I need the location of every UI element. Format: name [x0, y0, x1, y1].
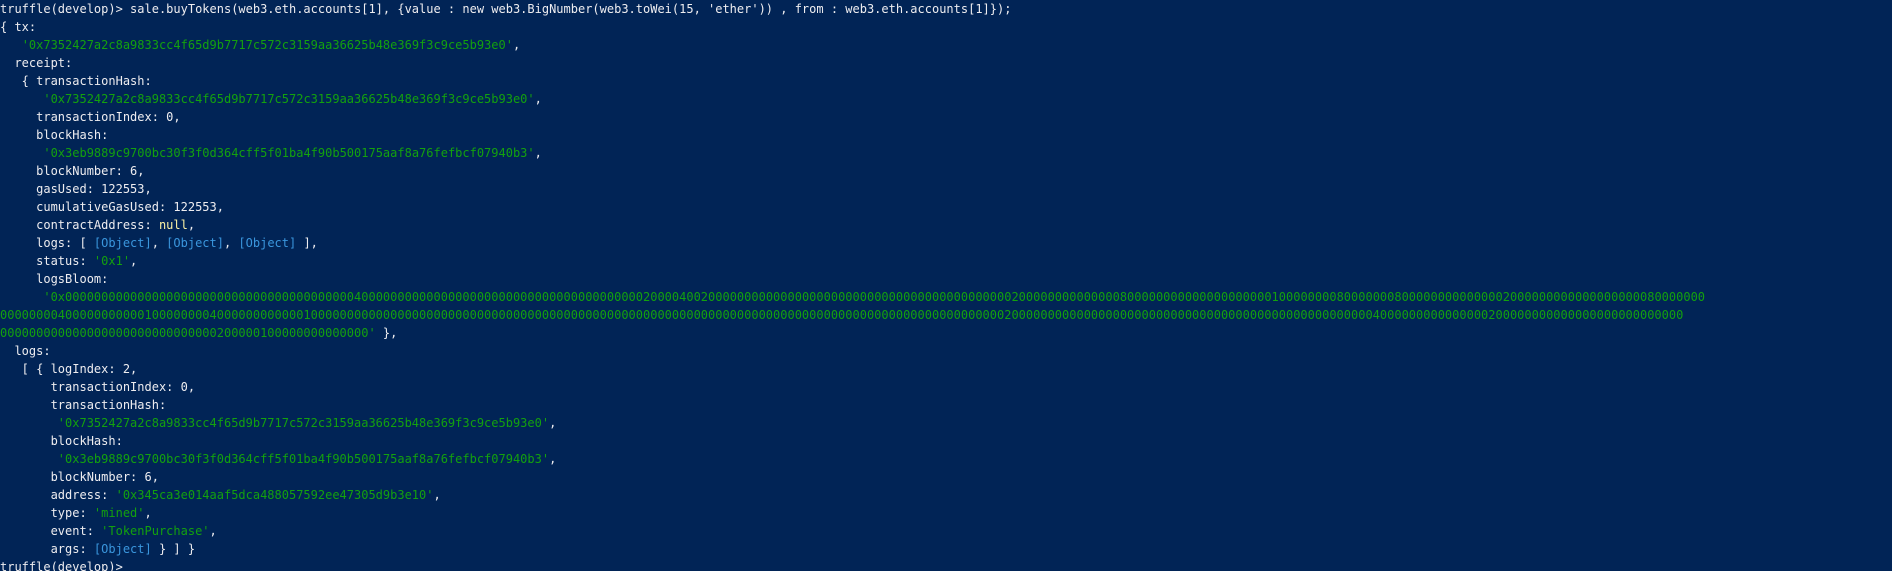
output-text: , [209, 524, 217, 538]
output-text: , [534, 92, 542, 106]
output-text: transactionIndex: 0, [0, 380, 196, 394]
output-text: { transactionHash: [0, 74, 152, 88]
output-text: , [130, 254, 138, 268]
object-ref: [Object] [93, 542, 152, 556]
output-text: [ { logIndex: 2, [0, 362, 138, 376]
command-line: truffle(develop)> sale.buyTokens(web3.et… [0, 0, 1892, 18]
output-line: type: 'mined', [0, 504, 1892, 522]
output-text: blockNumber: 6, [0, 164, 145, 178]
output-text: , [151, 236, 167, 250]
string-value: 'TokenPurchase' [101, 524, 210, 538]
output-text: address: [0, 488, 116, 502]
output-line: transactionIndex: 0, [0, 108, 1892, 126]
output-text: transactionIndex: 0, [0, 110, 181, 124]
output-text: , [549, 416, 557, 430]
output-text: blockHash: [0, 434, 123, 448]
output-line: gasUsed: 122553, [0, 180, 1892, 198]
string-value: '0x0000000000000000000000000000000000000… [43, 290, 1706, 304]
output-text: , [223, 236, 239, 250]
output-text: { tx: [0, 20, 37, 34]
output-line: '0x3eb9889c9700bc30f3f0d364cff5f01ba4f90… [0, 144, 1892, 162]
object-ref: [Object] [166, 236, 224, 250]
object-ref: [Object] [93, 236, 152, 250]
output-line: [ { logIndex: 2, [0, 360, 1892, 378]
output-text: event: [0, 524, 102, 538]
output-line: receipt: [0, 54, 1892, 72]
output-text: } ] } [151, 542, 196, 556]
output-line: status: '0x1', [0, 252, 1892, 270]
output-text: transactionHash: [0, 398, 167, 412]
terminal-output: truffle(develop)> sale.buyTokens(web3.et… [0, 0, 1892, 571]
output-line: transactionHash: [0, 396, 1892, 414]
terminal-window[interactable]: truffle(develop)> sale.buyTokens(web3.et… [0, 0, 1892, 571]
output-text: status: [0, 254, 94, 268]
object-ref: [Object] [238, 236, 297, 250]
output-text: truffle(develop)> sale.buyTokens(web3.et… [0, 2, 1012, 16]
output-text: cumulativeGasUsed: 122553, [0, 200, 224, 214]
output-line: blockHash: [0, 126, 1892, 144]
output-line: blockNumber: 6, [0, 468, 1892, 486]
output-text: logs: [0, 344, 51, 358]
output-text: type: [0, 506, 94, 520]
string-value: 'mined' [93, 506, 145, 520]
output-text: }, [375, 326, 398, 340]
output-line: blockHash: [0, 432, 1892, 450]
output-text: blockNumber: 6, [0, 470, 159, 484]
string-value: '0x345ca3e014aaf5dca488057592ee47305d9b3… [115, 488, 434, 502]
string-value: '0x7352427a2c8a9833cc4f65d9b7717c572c315… [43, 92, 535, 106]
output-text: , [187, 218, 196, 232]
output-line: logsBloom: [0, 270, 1892, 288]
output-text: , [433, 488, 441, 502]
output-text: , [534, 146, 542, 160]
output-line: cumulativeGasUsed: 122553, [0, 198, 1892, 216]
output-text: blockHash: [0, 128, 109, 142]
output-line: event: 'TokenPurchase', [0, 522, 1892, 540]
prompt-line[interactable]: truffle(develop)> [0, 558, 1892, 571]
output-text: , [549, 452, 557, 466]
output-line: 0000000000000000000000000000002000001000… [0, 324, 1892, 342]
output-text: contractAddress: [0, 218, 159, 232]
output-line: '0x7352427a2c8a9833cc4f65d9b7717c572c315… [0, 90, 1892, 108]
output-line: address: '0x345ca3e014aaf5dca488057592ee… [0, 486, 1892, 504]
output-text: args: [0, 542, 94, 556]
output-text: receipt: [0, 56, 73, 70]
string-value: 0000000040000000000010000000040000000000… [0, 308, 1684, 322]
output-line: '0x7352427a2c8a9833cc4f65d9b7717c572c315… [0, 414, 1892, 432]
null-value: null [158, 218, 188, 232]
output-line: logs: [0, 342, 1892, 360]
output-line: '0x7352427a2c8a9833cc4f65d9b7717c572c315… [0, 36, 1892, 54]
output-line: blockNumber: 6, [0, 162, 1892, 180]
output-line: '0x3eb9889c9700bc30f3f0d364cff5f01ba4f90… [0, 450, 1892, 468]
output-text: , [144, 506, 152, 520]
output-text: ], [296, 236, 318, 250]
string-value: '0x7352427a2c8a9833cc4f65d9b7717c572c315… [21, 38, 513, 52]
output-text: truffle(develop)> [0, 560, 131, 571]
output-line: transactionIndex: 0, [0, 378, 1892, 396]
output-line: { tx: [0, 18, 1892, 36]
output-line: logs: [ [Object], [Object], [Object] ], [0, 234, 1892, 252]
output-text: logs: [ [0, 236, 94, 250]
string-value: '0x1' [93, 254, 131, 268]
output-line: args: [Object] } ] } [0, 540, 1892, 558]
string-value: '0x7352427a2c8a9833cc4f65d9b7717c572c315… [57, 416, 550, 430]
output-text: gasUsed: 122553, [0, 182, 152, 196]
string-value: 0000000000000000000000000000002000001000… [0, 326, 376, 340]
output-line: { transactionHash: [0, 72, 1892, 90]
output-line: '0x0000000000000000000000000000000000000… [0, 288, 1892, 306]
output-text: logsBloom: [0, 272, 109, 286]
string-value: '0x3eb9889c9700bc30f3f0d364cff5f01ba4f90… [57, 452, 550, 466]
output-text: , [512, 38, 521, 52]
output-line: contractAddress: null, [0, 216, 1892, 234]
string-value: '0x3eb9889c9700bc30f3f0d364cff5f01ba4f90… [43, 146, 535, 160]
output-line: 0000000040000000000010000000040000000000… [0, 306, 1892, 324]
